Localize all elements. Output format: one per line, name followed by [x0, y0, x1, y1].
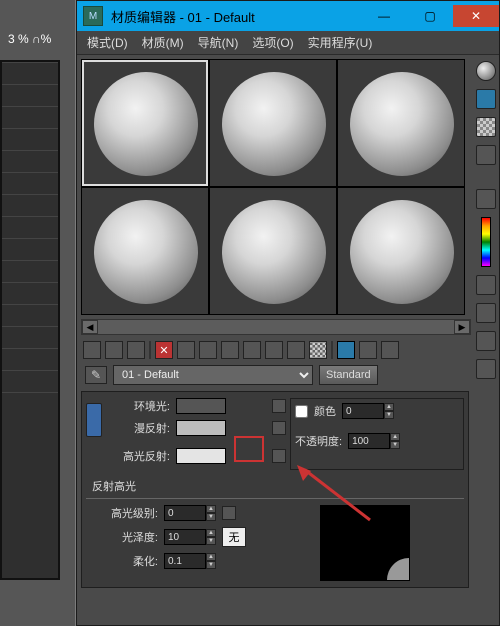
sphere-icon — [94, 200, 198, 304]
opacity-label: 不透明度: — [295, 433, 342, 449]
ambient-label: 环境光: — [108, 398, 170, 414]
opacity-spinner[interactable]: ▲▼ — [348, 433, 400, 449]
soften-spinner[interactable]: ▲▼ — [164, 553, 216, 569]
put-library-button[interactable] — [221, 341, 239, 359]
menu-nav[interactable]: 导航(N) — [194, 32, 243, 53]
gloss-label: 光泽度: — [86, 529, 158, 545]
pattern-bg-button[interactable] — [476, 117, 496, 137]
video-color-check[interactable] — [476, 189, 496, 209]
specular-highlights-section: 反射高光 高光级别: ▲▼ — [86, 476, 464, 581]
rainbow-icon — [481, 217, 491, 267]
sample-slot-6[interactable] — [337, 187, 465, 315]
ambient-color-swatch[interactable] — [176, 398, 226, 414]
material-picker-row: ✎ 01 - Default Standard — [77, 365, 473, 391]
titlebar[interactable]: M 材质编辑器 - 01 - Default — ▢ ✕ — [77, 1, 499, 31]
make-unique-button[interactable] — [199, 341, 217, 359]
soften-value[interactable] — [164, 553, 206, 569]
sphere-icon — [222, 72, 326, 176]
spec-level-spinner[interactable]: ▲▼ — [164, 505, 216, 521]
material-map-nav[interactable] — [476, 359, 496, 379]
sphere-icon — [222, 200, 326, 304]
show-map-button[interactable] — [265, 341, 283, 359]
sample-hscrollbar[interactable]: ◀ ▶ — [81, 319, 471, 335]
assign-selection-button[interactable] — [127, 341, 145, 359]
material-type-button[interactable]: Standard — [319, 365, 378, 385]
curve-icon — [387, 558, 409, 580]
put-scene-button[interactable] — [105, 341, 123, 359]
sphere-icon — [350, 72, 454, 176]
menu-mode[interactable]: 模式(D) — [83, 32, 132, 53]
show-end-result-button[interactable] — [287, 341, 305, 359]
scroll-right-icon[interactable]: ▶ — [454, 320, 470, 334]
sample-uv-button[interactable] — [476, 145, 496, 165]
self-illum-spinner[interactable]: ▲▼ — [342, 403, 394, 419]
reset-button[interactable]: ✕ — [155, 341, 173, 359]
gloss-value[interactable] — [164, 529, 206, 545]
ambient-diffuse-lock[interactable] — [86, 403, 102, 437]
go-sibling-button[interactable] — [359, 341, 377, 359]
specular-label: 高光反射: — [108, 448, 170, 464]
viewport-label: 3 % ∩% — [8, 32, 51, 46]
main-panel: ◀ ▶ ✕ ✎ — [77, 55, 473, 625]
ambient-map-slot[interactable] — [272, 399, 286, 413]
specular-highlights-title: 反射高光 — [86, 476, 464, 496]
opacity-value[interactable] — [348, 433, 390, 449]
select-by-material[interactable] — [476, 331, 496, 351]
gloss-none-button[interactable]: 无 — [222, 527, 246, 547]
sample-slot-grid — [77, 55, 473, 315]
app-icon: M — [83, 6, 103, 26]
menubar: 模式(D) 材质(M) 导航(N) 选项(O) 实用程序(U) — [77, 31, 499, 55]
sphere-icon — [94, 72, 198, 176]
sample-type-button[interactable] — [476, 61, 496, 81]
basic-parameters: 环境光: 漫反射: — [81, 391, 469, 588]
scroll-left-icon[interactable]: ◀ — [82, 320, 98, 334]
make-preview-button[interactable] — [476, 275, 496, 295]
diffuse-color-swatch[interactable] — [176, 420, 226, 436]
separator — [149, 341, 151, 359]
specular-color-swatch[interactable] — [176, 448, 226, 464]
options-button[interactable] — [476, 303, 496, 323]
sample-slot-4[interactable] — [81, 187, 209, 315]
annotation-red-box — [234, 436, 264, 462]
self-illum-color-toggle[interactable] — [295, 405, 308, 418]
menu-options[interactable]: 选项(O) — [248, 32, 297, 53]
go-forward-button[interactable] — [381, 341, 399, 359]
specular-map-slot[interactable] — [272, 449, 286, 463]
diffuse-map-slot[interactable] — [272, 421, 286, 435]
self-illum-label: 颜色 — [314, 403, 336, 419]
self-illum-value[interactable] — [342, 403, 384, 419]
diffuse-label: 漫反射: — [108, 420, 170, 436]
viewport-grid — [0, 60, 60, 580]
material-name-select[interactable]: 01 - Default — [113, 365, 313, 385]
sample-slot-5[interactable] — [209, 187, 337, 315]
gloss-spinner[interactable]: ▲▼ — [164, 529, 216, 545]
eyedropper-icon[interactable]: ✎ — [85, 366, 107, 384]
make-copy-button[interactable] — [177, 341, 195, 359]
background-button[interactable] — [309, 341, 327, 359]
spec-level-label: 高光级别: — [86, 505, 158, 521]
menu-material[interactable]: 材质(M) — [138, 32, 188, 53]
soften-label: 柔化: — [86, 553, 158, 569]
sample-slot-2[interactable] — [209, 59, 337, 187]
sample-sidebar — [473, 55, 499, 625]
close-button[interactable]: ✕ — [453, 5, 499, 27]
spec-level-value[interactable] — [164, 505, 206, 521]
sample-slot-1[interactable] — [81, 59, 209, 187]
maximize-button[interactable]: ▢ — [407, 5, 453, 27]
material-editor-window: M 材质编辑器 - 01 - Default — ▢ ✕ 模式(D) 材质(M)… — [76, 0, 500, 626]
minimize-button[interactable]: — — [361, 5, 407, 27]
material-toolbar: ✕ — [77, 335, 473, 365]
backlight-button[interactable] — [476, 89, 496, 109]
separator — [331, 341, 333, 359]
material-id-button[interactable] — [243, 341, 261, 359]
go-parent-button[interactable] — [337, 341, 355, 359]
highlight-curve-preview — [320, 505, 410, 581]
spec-level-map-slot[interactable] — [222, 506, 236, 520]
get-material-button[interactable] — [83, 341, 101, 359]
sphere-icon — [350, 200, 454, 304]
window-title: 材质编辑器 - 01 - Default — [109, 7, 361, 26]
left-viewport: 3 % ∩% — [0, 0, 75, 626]
menu-util[interactable]: 实用程序(U) — [304, 32, 377, 53]
sample-slot-3[interactable] — [337, 59, 465, 187]
